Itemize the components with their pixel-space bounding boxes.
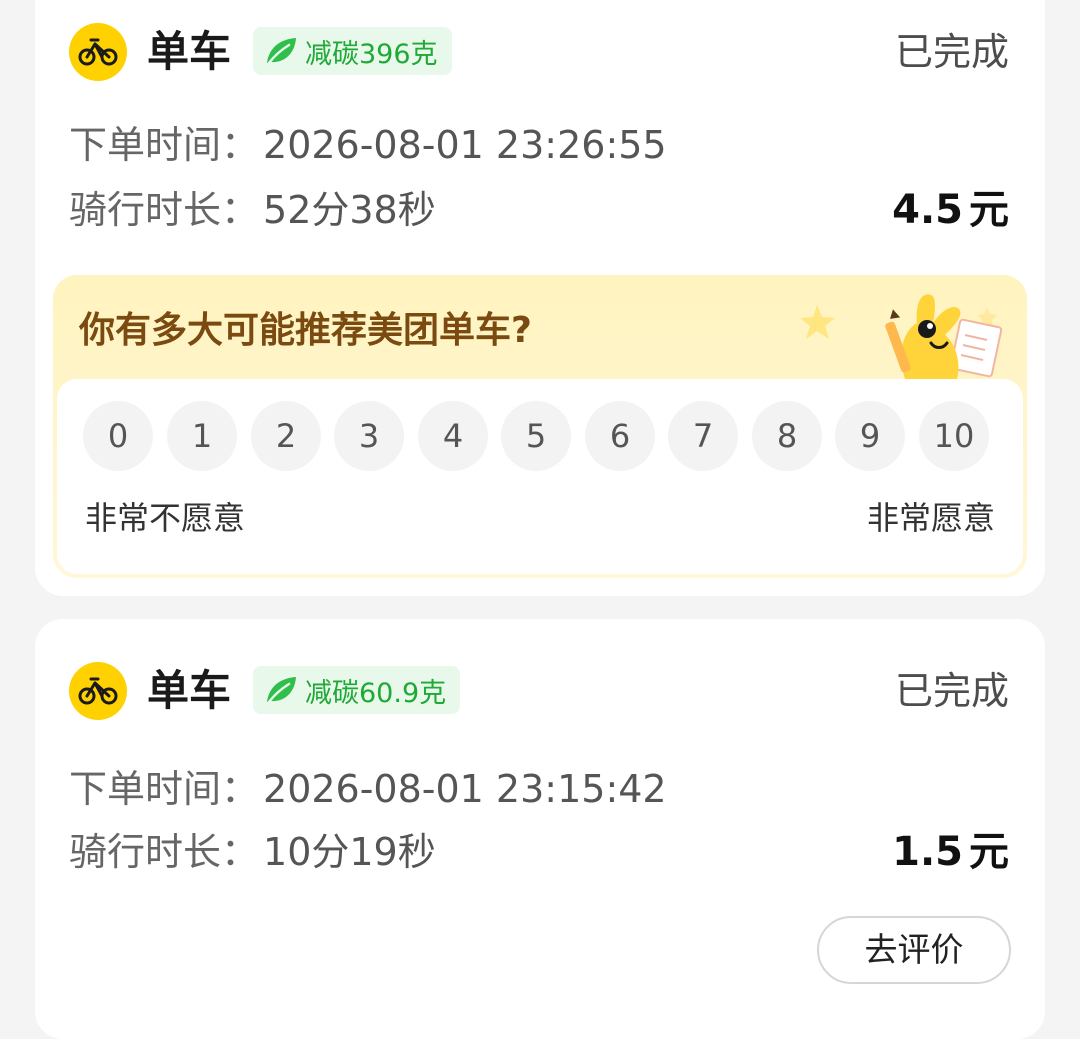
leaf-icon: [267, 677, 296, 704]
price-amount: 4.5: [892, 187, 963, 233]
score-option-2[interactable]: 2: [251, 401, 321, 471]
duration-row: 骑行时长： 52分38秒: [69, 185, 436, 235]
score-options: 0 1 2 3 4 5 6 7 8 9 10: [83, 401, 993, 473]
score-option-0[interactable]: 0: [83, 401, 153, 471]
survey-panel: 0 1 2 3 4 5 6 7 8 9 10 非常不愿意 非常愿意: [57, 379, 1023, 574]
order-status: 已完成: [894, 669, 1009, 713]
scale-high-label: 非常愿意: [866, 499, 995, 537]
order-status: 已完成: [894, 30, 1009, 74]
carbon-badge: 减碳60.9克: [253, 666, 461, 714]
bike-icon: [69, 662, 127, 720]
order-card[interactable]: 单车 减碳60.9克 已完成 下单时间： 2026-08-01 23:15:42 …: [35, 619, 1045, 1039]
review-button[interactable]: 去评价: [817, 916, 1011, 984]
order-price: 4.5 元: [892, 185, 1009, 235]
order-price: 1.5 元: [892, 827, 1009, 877]
score-option-1[interactable]: 1: [167, 401, 237, 471]
order-card[interactable]: 单车 减碳396克 已完成 下单时间： 2026-08-01 23:26:55 骑…: [35, 0, 1045, 596]
order-time-label: 下单时间：: [69, 123, 260, 167]
price-amount: 1.5: [892, 829, 963, 875]
duration-value: 52分38秒: [263, 188, 436, 232]
score-option-9[interactable]: 9: [835, 401, 905, 471]
carbon-badge: 减碳396克: [253, 27, 452, 75]
duration-label: 骑行时长：: [69, 188, 260, 232]
score-option-4[interactable]: 4: [418, 401, 488, 471]
price-unit: 元: [969, 829, 1009, 875]
mascot-illustration: [800, 294, 1003, 379]
score-option-6[interactable]: 6: [585, 401, 655, 471]
order-time-label: 下单时间：: [69, 767, 260, 811]
score-option-5[interactable]: 5: [501, 401, 571, 471]
score-option-7[interactable]: 7: [668, 401, 738, 471]
leaf-icon: [267, 38, 296, 65]
order-header: 单车 减碳60.9克 已完成: [69, 659, 1009, 723]
order-time-value: 2026-08-01 23:15:42: [263, 767, 667, 811]
price-unit: 元: [969, 187, 1009, 233]
score-option-3[interactable]: 3: [334, 401, 404, 471]
duration-value: 10分19秒: [263, 830, 436, 874]
score-option-8[interactable]: 8: [752, 401, 822, 471]
order-time-value: 2026-08-01 23:26:55: [263, 123, 667, 167]
carbon-text: 减碳396克: [305, 38, 438, 70]
order-type-label: 单车: [147, 666, 232, 715]
carbon-text: 减碳60.9克: [305, 677, 447, 709]
order-time-row: 下单时间： 2026-08-01 23:15:42: [69, 764, 667, 814]
bike-icon: [69, 23, 127, 81]
order-time-row: 下单时间： 2026-08-01 23:26:55: [69, 120, 667, 170]
duration-label: 骑行时长：: [69, 830, 260, 874]
order-type-label: 单车: [147, 27, 232, 76]
scale-low-label: 非常不愿意: [85, 499, 246, 537]
order-header: 单车 减碳396克 已完成: [69, 20, 1009, 84]
score-option-10[interactable]: 10: [919, 401, 989, 471]
duration-row: 骑行时长： 10分19秒: [69, 827, 436, 877]
survey-question: 你有多大可能推荐美团单车?: [79, 310, 532, 351]
recommend-survey: 你有多大可能推荐美团单车? 0 1 2 3 4 5 6 7 8 9 10 非常不…: [53, 275, 1027, 578]
